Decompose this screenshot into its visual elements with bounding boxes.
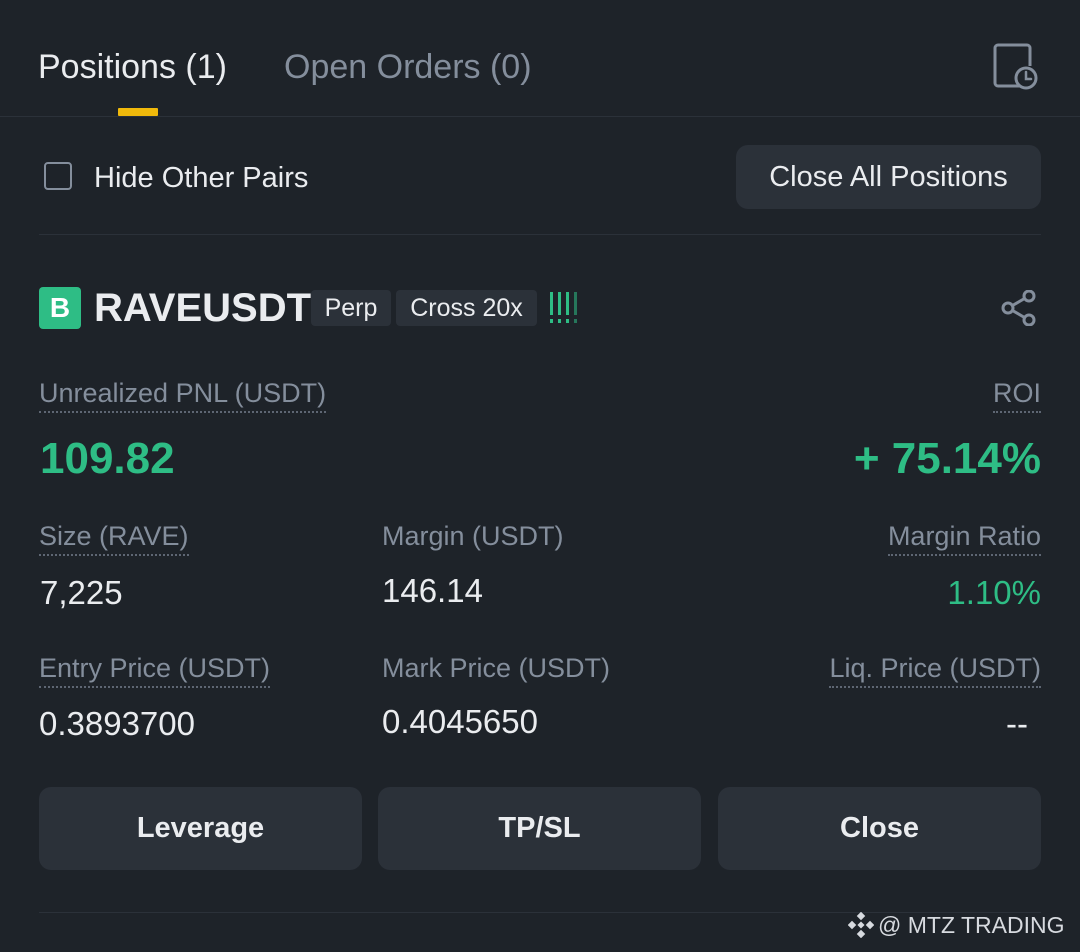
margin-ratio-label[interactable]: Margin Ratio [887,520,1041,556]
buy-side-badge: B [39,287,81,329]
positions-panel: Positions (1) Open Orders (0) Hide Other… [0,0,1080,952]
size-value: 7,225 [40,574,123,611]
share-icon [1001,289,1036,327]
hide-other-pairs-checkbox[interactable] [44,162,72,190]
mark-price-label: Mark Price (USDT) [382,653,610,683]
margin-label: Margin (USDT) [382,521,564,551]
leverage-button[interactable]: Leverage [39,787,362,870]
margin-mode-tag[interactable]: Cross 20x [396,290,537,326]
roi-label[interactable]: ROI [992,377,1041,413]
history-button[interactable] [990,42,1042,94]
tab-positions[interactable]: Positions (1) [38,46,227,88]
section-divider [39,234,1041,235]
liq-price-label[interactable]: Liq. Price (USDT) [829,652,1041,688]
watermark: @ MTZ TRADING [848,908,1064,942]
close-all-positions-button[interactable]: Close All Positions [736,145,1041,209]
liq-price-value: -- [1006,705,1028,742]
position-symbol[interactable]: RAVEUSDT [94,284,311,332]
tab-open-orders[interactable]: Open Orders (0) [284,46,532,88]
tpsl-button[interactable]: TP/SL [378,787,701,870]
margin-value[interactable]: 146.14 [382,571,483,611]
entry-price-value: 0.3893700 [39,705,195,742]
entry-price-label[interactable]: Entry Price (USDT) [39,652,271,688]
tab-bar: Positions (1) Open Orders (0) [0,0,1080,117]
size-label[interactable]: Size (RAVE) [39,520,189,556]
mark-price-value: 0.4045650 [382,703,538,740]
contract-type-tag: Perp [311,290,391,326]
share-button[interactable] [1000,289,1038,327]
unrealized-pnl-value: 109.82 [40,434,175,483]
margin-ratio-value: 1.10% [947,574,1041,611]
unrealized-pnl-label[interactable]: Unrealized PNL (USDT) [39,377,327,413]
watermark-text: @ MTZ TRADING [878,912,1065,938]
hide-other-pairs-label[interactable]: Hide Other Pairs [94,160,308,196]
history-clock-icon [993,43,1038,90]
diamond-logo-icon [848,912,874,938]
roi-value: + 75.14% [853,434,1041,483]
close-position-button[interactable]: Close [718,787,1041,870]
active-tab-indicator [118,108,158,116]
risk-indicator-icon: !!!! [549,292,579,324]
